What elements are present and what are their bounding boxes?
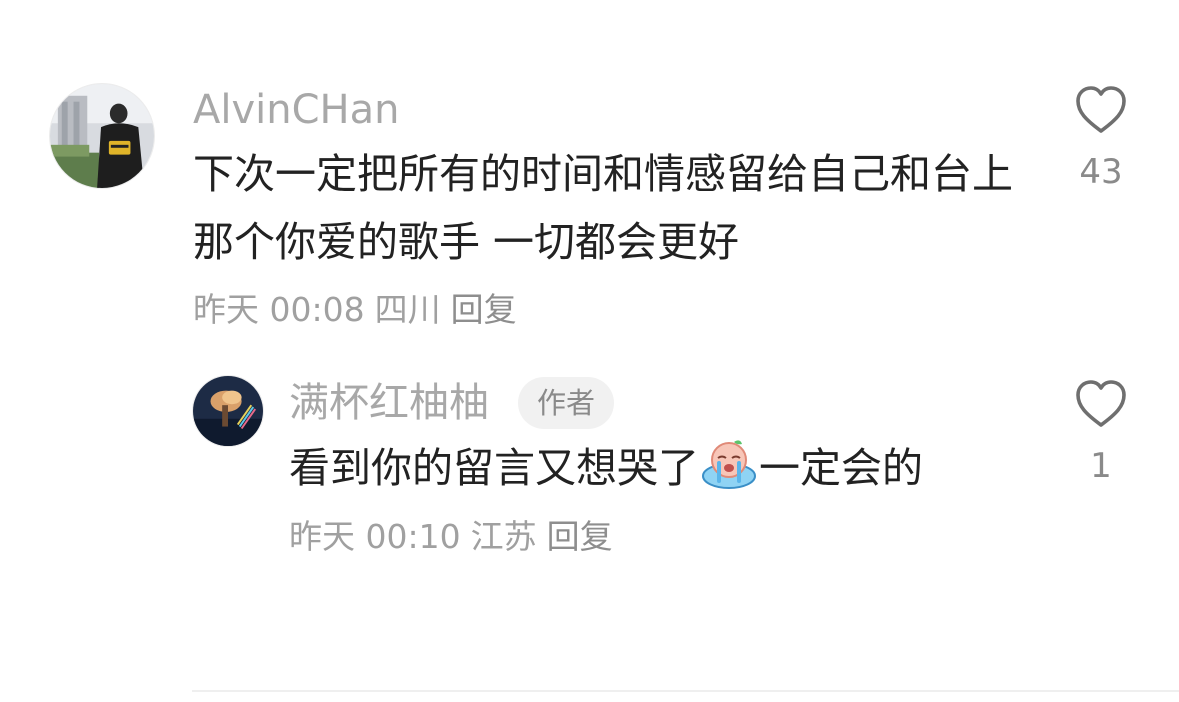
avatar[interactable]	[192, 375, 264, 447]
avatar-photo-image	[193, 376, 263, 446]
comment-time: 昨天 00:08	[193, 290, 365, 329]
username[interactable]: AlvinCHan	[193, 86, 399, 134]
like-button[interactable]: 1	[1056, 378, 1146, 488]
divider	[192, 690, 1179, 692]
comment-thread: AlvinCHan 下次一定把所有的时间和情感留给自己和台上那个你爱的歌手 一切…	[0, 0, 1179, 702]
comment-text-part: 看到你的留言又想哭了	[289, 444, 699, 492]
avatar-photo-image	[50, 84, 154, 188]
comment-meta: 昨天 00:08 四川 回复	[193, 288, 527, 332]
comment-item: AlvinCHan 下次一定把所有的时间和情感留给自己和台上那个你爱的歌手 一切…	[0, 0, 1179, 340]
comment-time: 昨天 00:10	[289, 517, 461, 556]
comment-text-part: 一定会的	[759, 444, 923, 492]
heart-outline-icon	[1076, 86, 1126, 133]
comment-location: 江苏	[470, 517, 537, 556]
reply-button[interactable]: 回复	[451, 290, 517, 329]
reply-button[interactable]: 回复	[547, 517, 613, 556]
reply-item: 满杯红柚柚 作者 看到你的留言又想哭了 一定会的 昨天 00:10江苏回复	[0, 340, 1179, 590]
comment-meta: 昨天 00:10 江苏 回复	[289, 515, 623, 559]
username[interactable]: 满杯红柚柚	[289, 379, 489, 427]
like-count: 1	[1090, 446, 1112, 486]
like-count: 43	[1079, 152, 1123, 192]
like-button[interactable]: 43	[1056, 84, 1146, 194]
crying-face-emoji	[700, 436, 758, 492]
comment-text[interactable]: 下次一定把所有的时间和情感留给自己和台上那个你爱的歌手 一切都会更好	[193, 140, 1023, 276]
heart-outline-icon	[1076, 380, 1126, 427]
comment-text[interactable]: 看到你的留言又想哭了 一定会的	[289, 434, 1029, 502]
comment-location: 四川	[374, 290, 441, 329]
avatar[interactable]	[49, 83, 155, 189]
author-badge: 作者	[518, 377, 615, 429]
